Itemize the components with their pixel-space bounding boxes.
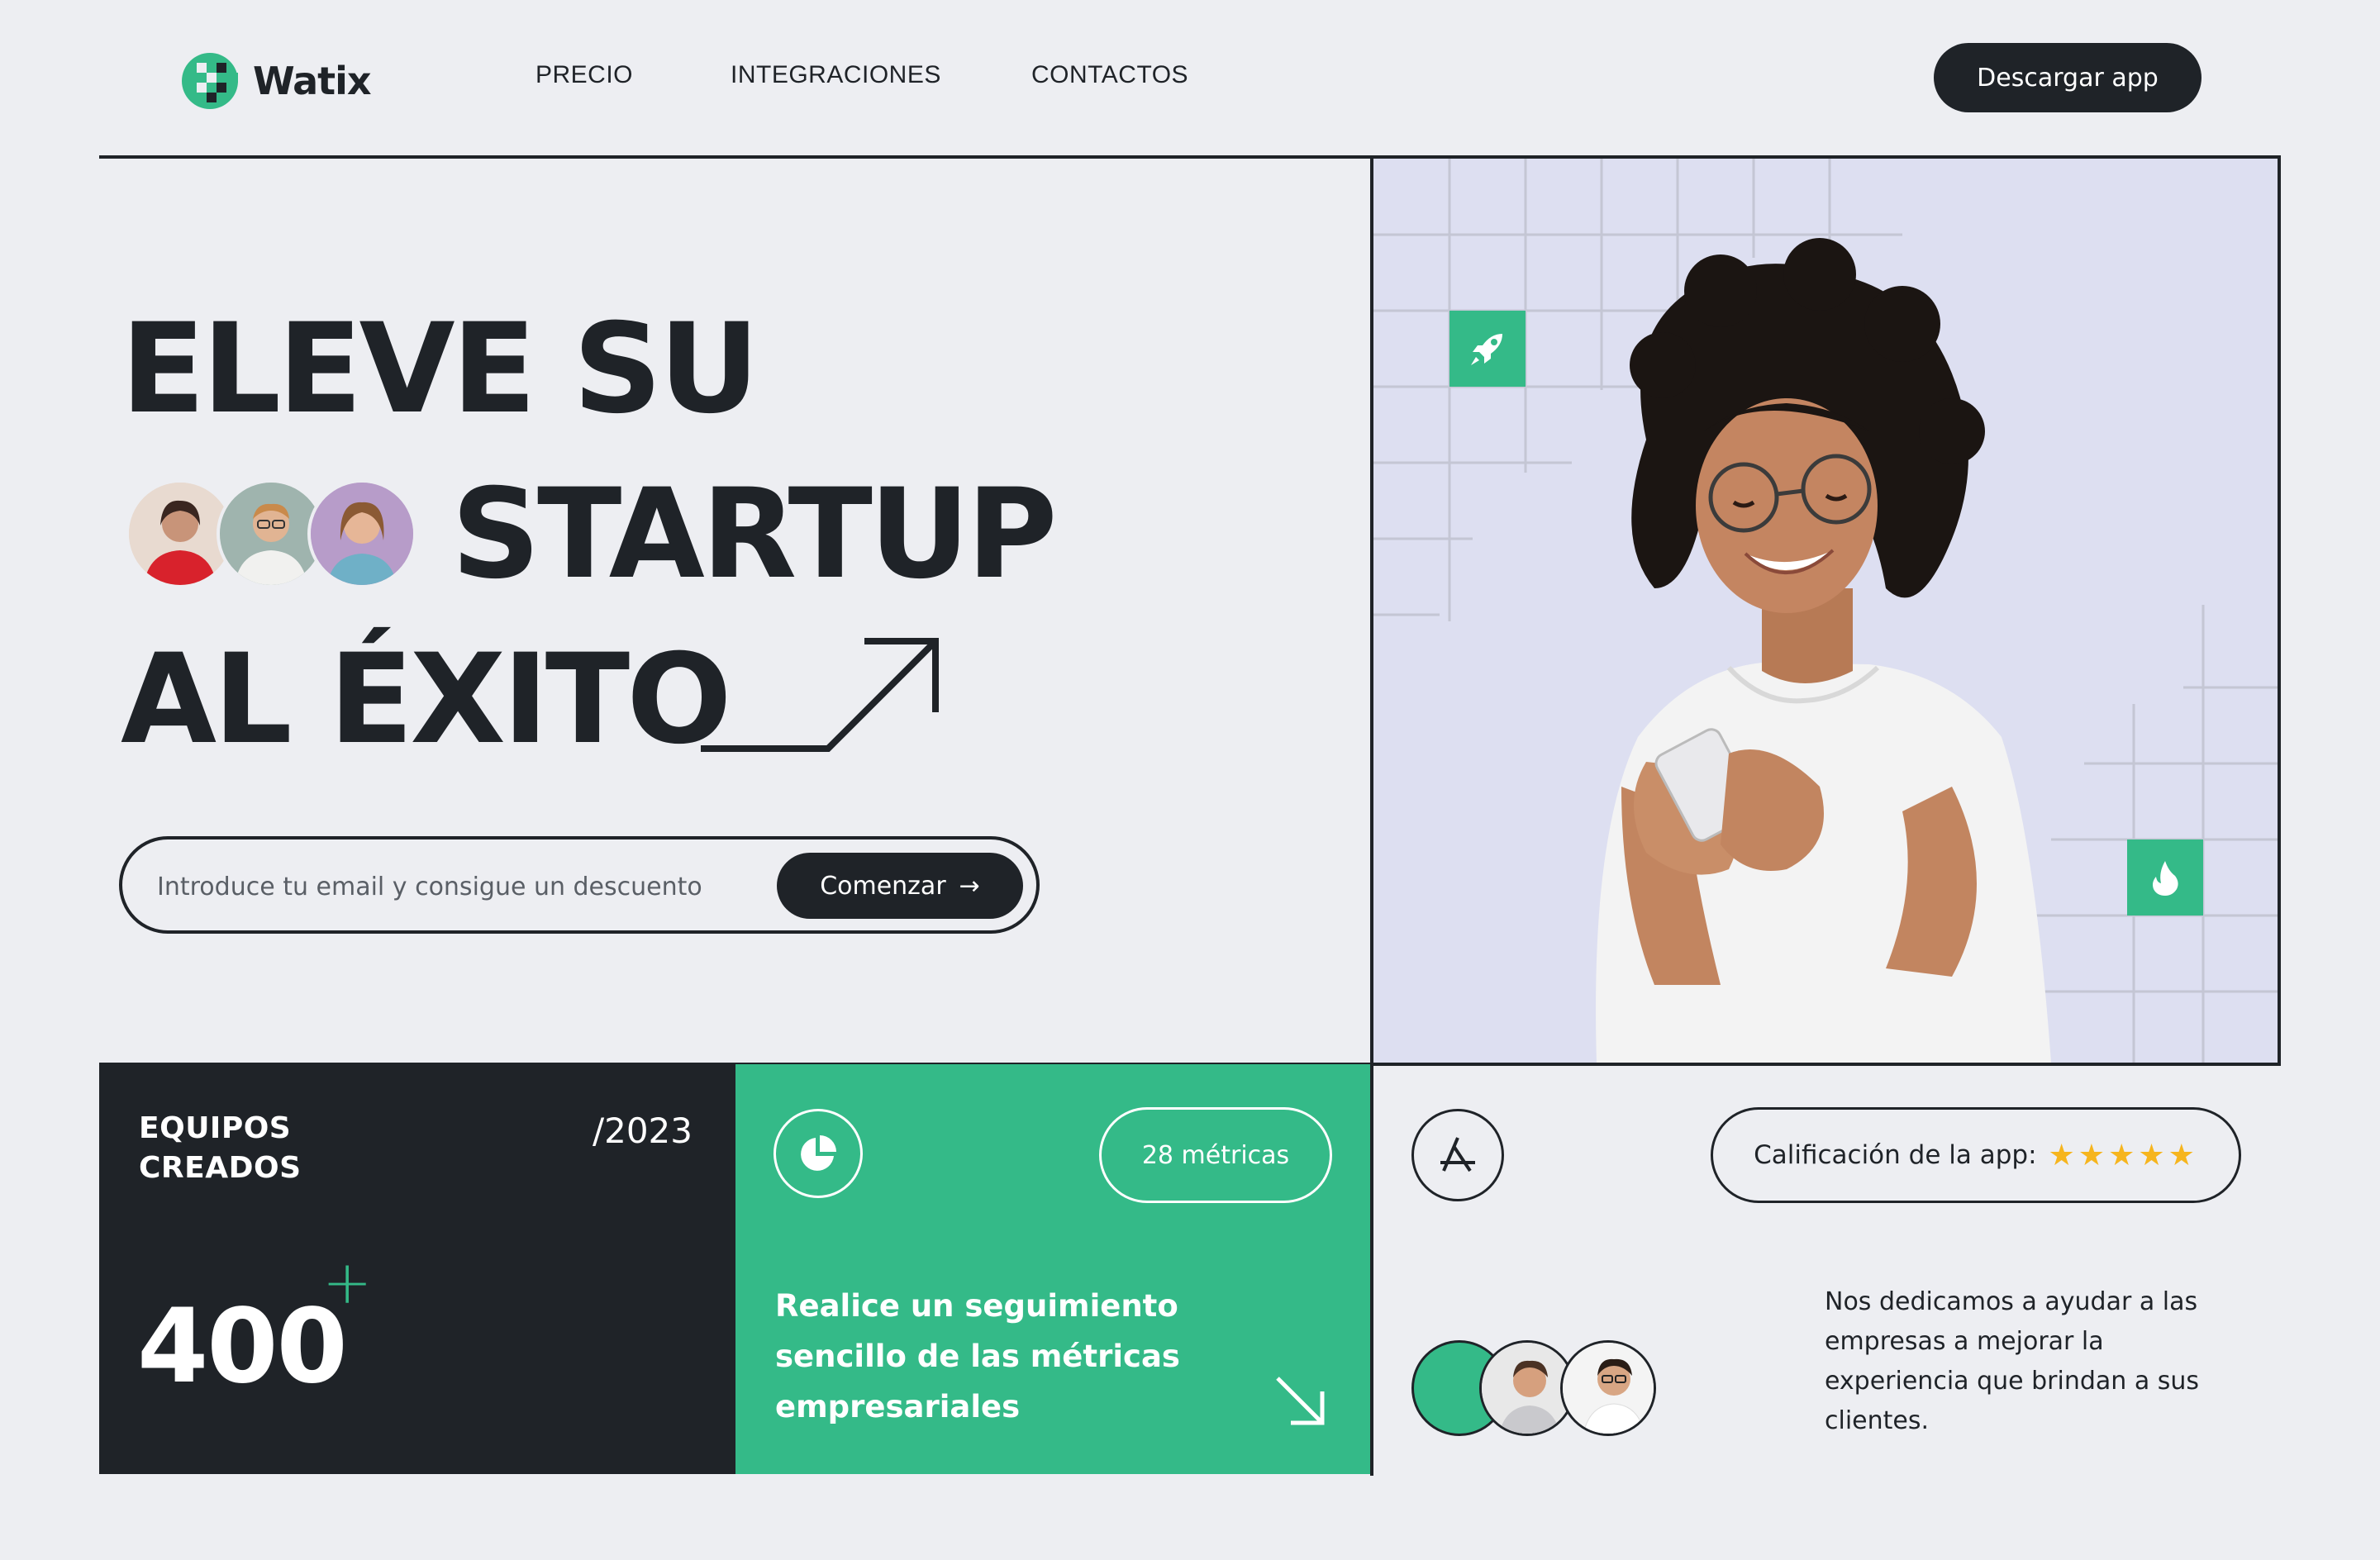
nav-link-precio[interactable]: PRECIO: [536, 61, 633, 89]
year-label: /2023: [592, 1111, 693, 1151]
teams-title-line-2: CREADOS: [139, 1151, 302, 1185]
team-avatars: [1411, 1340, 1659, 1443]
pie-chart-icon: [801, 1135, 836, 1171]
start-button[interactable]: Comenzar →: [777, 853, 1023, 919]
plus-icon: +: [322, 1248, 373, 1317]
metrics-card[interactable]: 28 métricas Realice un seguimiento senci…: [735, 1064, 1370, 1474]
nav-link-integraciones[interactable]: INTEGRACIONES: [731, 61, 941, 89]
download-app-button[interactable]: Descargar app: [1934, 43, 2202, 112]
teams-created-card: EQUIPOS CREADOS /2023 400 +: [99, 1064, 735, 1474]
photo-border-right: [2278, 155, 2281, 1066]
hero-photo-panel: [1373, 159, 2278, 1063]
app-rating-pill: Calificación de la app: ★★★★★: [1711, 1107, 2241, 1203]
avatar: [307, 479, 416, 588]
brand-name: Watix: [253, 59, 372, 103]
teams-title-line-1: EQUIPOS: [139, 1111, 292, 1145]
hero-line-1: ELEVE SU: [121, 297, 759, 441]
star-icon: ★★★★★: [2048, 1138, 2198, 1172]
nav-link-contactos[interactable]: CONTACTOS: [1031, 61, 1188, 89]
metrics-count-pill[interactable]: 28 métricas: [1099, 1107, 1332, 1203]
growth-arrow-icon: [701, 638, 939, 752]
arrow-down-right-icon[interactable]: [1274, 1375, 1327, 1428]
start-button-label: Comenzar: [820, 871, 946, 901]
avatar: [1560, 1340, 1656, 1436]
pie-chart-button[interactable]: [774, 1109, 863, 1198]
hero-line-2: STARTUP: [451, 463, 1058, 606]
app-store-button[interactable]: [1411, 1109, 1504, 1201]
mission-text: Nos dedicamos a ayudar a las empresas a …: [1825, 1287, 2200, 1435]
rating-label: Calificación de la app:: [1754, 1140, 2037, 1170]
teams-created-title: EQUIPOS CREADOS: [139, 1109, 302, 1188]
logo-icon: [182, 53, 238, 109]
logo[interactable]: Watix: [178, 50, 372, 112]
arrow-right-icon: →: [959, 871, 980, 901]
email-input[interactable]: [155, 863, 787, 911]
teams-count: 400: [137, 1287, 348, 1406]
hero-avatars: [126, 479, 416, 588]
woman-with-phone-image: [1596, 238, 2051, 1063]
metrics-description: Realice un seguimiento sencillo de las m…: [775, 1288, 1180, 1424]
email-form: Comenzar →: [119, 836, 1040, 934]
hero-line-3: AL ÉXITO: [121, 628, 732, 772]
app-store-icon: [1440, 1137, 1475, 1172]
